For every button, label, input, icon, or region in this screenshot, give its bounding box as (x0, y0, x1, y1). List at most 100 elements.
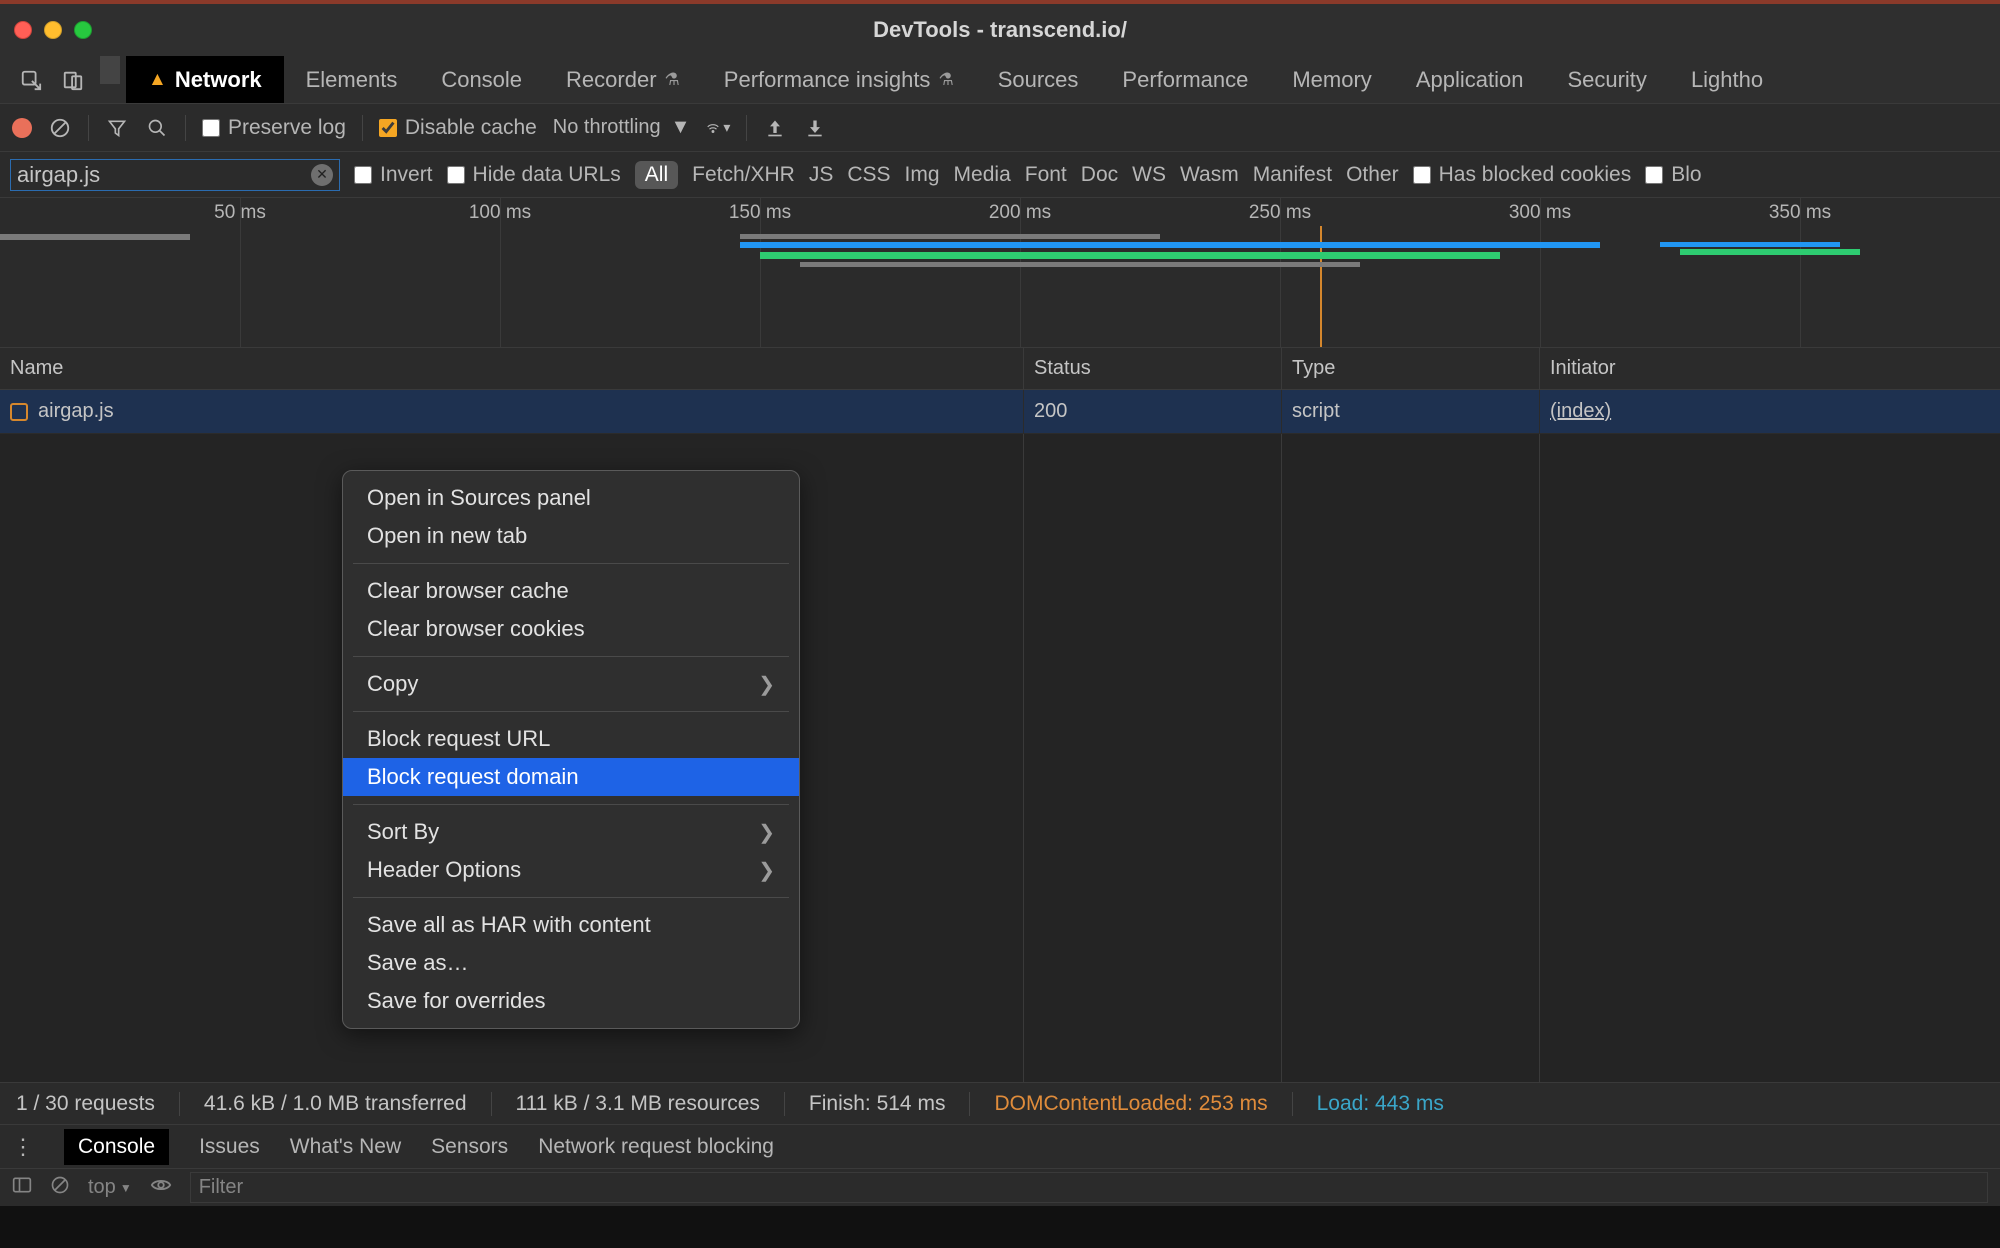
blocked-cookies-label: Has blocked cookies (1439, 163, 1632, 187)
tab-performance[interactable]: Performance (1100, 56, 1270, 103)
drawer-tab-sensors[interactable]: Sensors (431, 1135, 508, 1159)
record-button[interactable] (12, 118, 32, 138)
throttling-dropdown[interactable]: No throttling ▼ (553, 116, 691, 139)
filter-font[interactable]: Font (1025, 163, 1067, 187)
eye-icon[interactable] (150, 1176, 172, 1199)
preserve-log-label: Preserve log (228, 116, 346, 140)
upload-har-icon[interactable] (763, 116, 787, 140)
filter-manifest[interactable]: Manifest (1253, 163, 1332, 187)
timeline-ticks: 50 ms 100 ms 150 ms 200 ms 250 ms 300 ms… (0, 198, 2000, 226)
hide-data-urls-checkbox[interactable]: Hide data URLs (447, 163, 621, 187)
menu-block-url[interactable]: Block request URL (343, 720, 799, 758)
filter-icon[interactable] (105, 116, 129, 140)
menu-clear-cache[interactable]: Clear browser cache (343, 572, 799, 610)
menu-separator (353, 897, 789, 898)
request-type: script (1292, 400, 1340, 423)
hide-data-urls-label: Hide data URLs (473, 163, 621, 187)
tab-performance-insights[interactable]: Performance insights⚗ (702, 56, 976, 103)
filter-input-container: ✕ (10, 159, 340, 191)
menu-save-as[interactable]: Save as… (343, 944, 799, 982)
device-toolbar-icon[interactable] (52, 56, 94, 103)
preserve-log-checkbox[interactable]: Preserve log (202, 116, 346, 140)
main-tabbar: ▲Network Elements Console Recorder⚗ Perf… (0, 56, 2000, 104)
menu-clear-cookies[interactable]: Clear browser cookies (343, 610, 799, 648)
tab-network[interactable]: ▲Network (126, 56, 284, 103)
filter-img[interactable]: Img (905, 163, 940, 187)
disable-cache-checkbox[interactable]: Disable cache (379, 116, 537, 140)
menu-save-overrides[interactable]: Save for overrides (343, 982, 799, 1020)
zoom-window-button[interactable] (74, 21, 92, 39)
window-titlebar: DevTools - transcend.io/ (0, 0, 2000, 56)
minimize-window-button[interactable] (44, 21, 62, 39)
filter-media[interactable]: Media (954, 163, 1011, 187)
chevron-down-icon: ▼ (671, 116, 691, 139)
filter-ws[interactable]: WS (1132, 163, 1166, 187)
drawer-tab-network-blocking[interactable]: Network request blocking (538, 1135, 774, 1159)
separator (1292, 1092, 1293, 1116)
filter-js[interactable]: JS (809, 163, 834, 187)
clear-console-icon[interactable] (50, 1175, 70, 1201)
col-status[interactable]: Status (1024, 348, 1282, 389)
tab-elements[interactable]: Elements (284, 56, 420, 103)
timeline-bar (760, 252, 1500, 259)
filter-other[interactable]: Other (1346, 163, 1399, 187)
tab-memory[interactable]: Memory (1270, 56, 1393, 103)
drawer-tab-console[interactable]: Console (64, 1129, 169, 1165)
filter-input[interactable] (17, 162, 311, 188)
col-body-type (1282, 434, 1540, 1082)
close-window-button[interactable] (14, 21, 32, 39)
drawer-tabs: ⋮ Console Issues What's New Sensors Netw… (0, 1124, 2000, 1168)
console-sidebar-icon[interactable] (12, 1176, 32, 1200)
context-label: top (88, 1176, 116, 1199)
request-initiator-link[interactable]: (index) (1550, 400, 1611, 423)
invert-checkbox[interactable]: Invert (354, 163, 433, 187)
separator (88, 115, 89, 141)
blocked-requests-label: Blo (1671, 163, 1701, 187)
tab-application[interactable]: Application (1394, 56, 1546, 103)
console-filter-input[interactable]: Filter (190, 1172, 1988, 1203)
col-name[interactable]: Name (0, 348, 1024, 389)
request-table-body (0, 434, 2000, 1082)
col-initiator[interactable]: Initiator (1540, 348, 2000, 389)
context-selector[interactable]: top▼ (88, 1176, 132, 1199)
timeline[interactable]: 50 ms 100 ms 150 ms 200 ms 250 ms 300 ms… (0, 198, 2000, 348)
drawer-menu-icon[interactable]: ⋮ (12, 1134, 34, 1160)
network-conditions-icon[interactable]: ▾ (706, 116, 730, 140)
disable-cache-label: Disable cache (405, 116, 537, 140)
search-icon[interactable] (145, 116, 169, 140)
clear-filter-icon[interactable]: ✕ (311, 164, 333, 186)
filter-wasm[interactable]: Wasm (1180, 163, 1239, 187)
clear-log-icon[interactable] (48, 116, 72, 140)
menu-sort-by[interactable]: Sort By❯ (343, 813, 799, 851)
separator (491, 1092, 492, 1116)
menu-label: Open in Sources panel (367, 485, 591, 511)
menu-open-sources[interactable]: Open in Sources panel (343, 479, 799, 517)
tab-console[interactable]: Console (419, 56, 544, 103)
download-har-icon[interactable] (803, 116, 827, 140)
filter-fetchxhr[interactable]: Fetch/XHR (692, 163, 795, 187)
tab-sources[interactable]: Sources (976, 56, 1101, 103)
tab-lighthouse[interactable]: Lightho (1669, 56, 1785, 103)
menu-save-har[interactable]: Save all as HAR with content (343, 906, 799, 944)
filter-css[interactable]: CSS (847, 163, 890, 187)
menu-open-newtab[interactable]: Open in new tab (343, 517, 799, 555)
menu-header-options[interactable]: Header Options❯ (343, 851, 799, 889)
menu-block-domain[interactable]: Block request domain (343, 758, 799, 796)
menu-copy[interactable]: Copy❯ (343, 665, 799, 703)
menu-label: Header Options (367, 857, 521, 883)
timeline-bar (800, 262, 1200, 267)
type-filters: All Fetch/XHR JS CSS Img Media Font Doc … (635, 161, 1399, 189)
drawer-tab-whatsnew[interactable]: What's New (290, 1135, 401, 1159)
filter-doc[interactable]: Doc (1081, 163, 1118, 187)
tab-security[interactable]: Security (1545, 56, 1668, 103)
filter-all[interactable]: All (635, 161, 678, 189)
blocked-requests-checkbox[interactable]: Blo (1645, 163, 1701, 187)
drawer-tab-issues[interactable]: Issues (199, 1135, 260, 1159)
gridline (1020, 198, 1021, 347)
blocked-cookies-checkbox[interactable]: Has blocked cookies (1413, 163, 1632, 187)
menu-separator (353, 804, 789, 805)
request-row[interactable]: airgap.js 200 script (index) (0, 390, 2000, 434)
col-type[interactable]: Type (1282, 348, 1540, 389)
inspect-element-icon[interactable] (10, 56, 52, 103)
tab-recorder[interactable]: Recorder⚗ (544, 56, 702, 103)
